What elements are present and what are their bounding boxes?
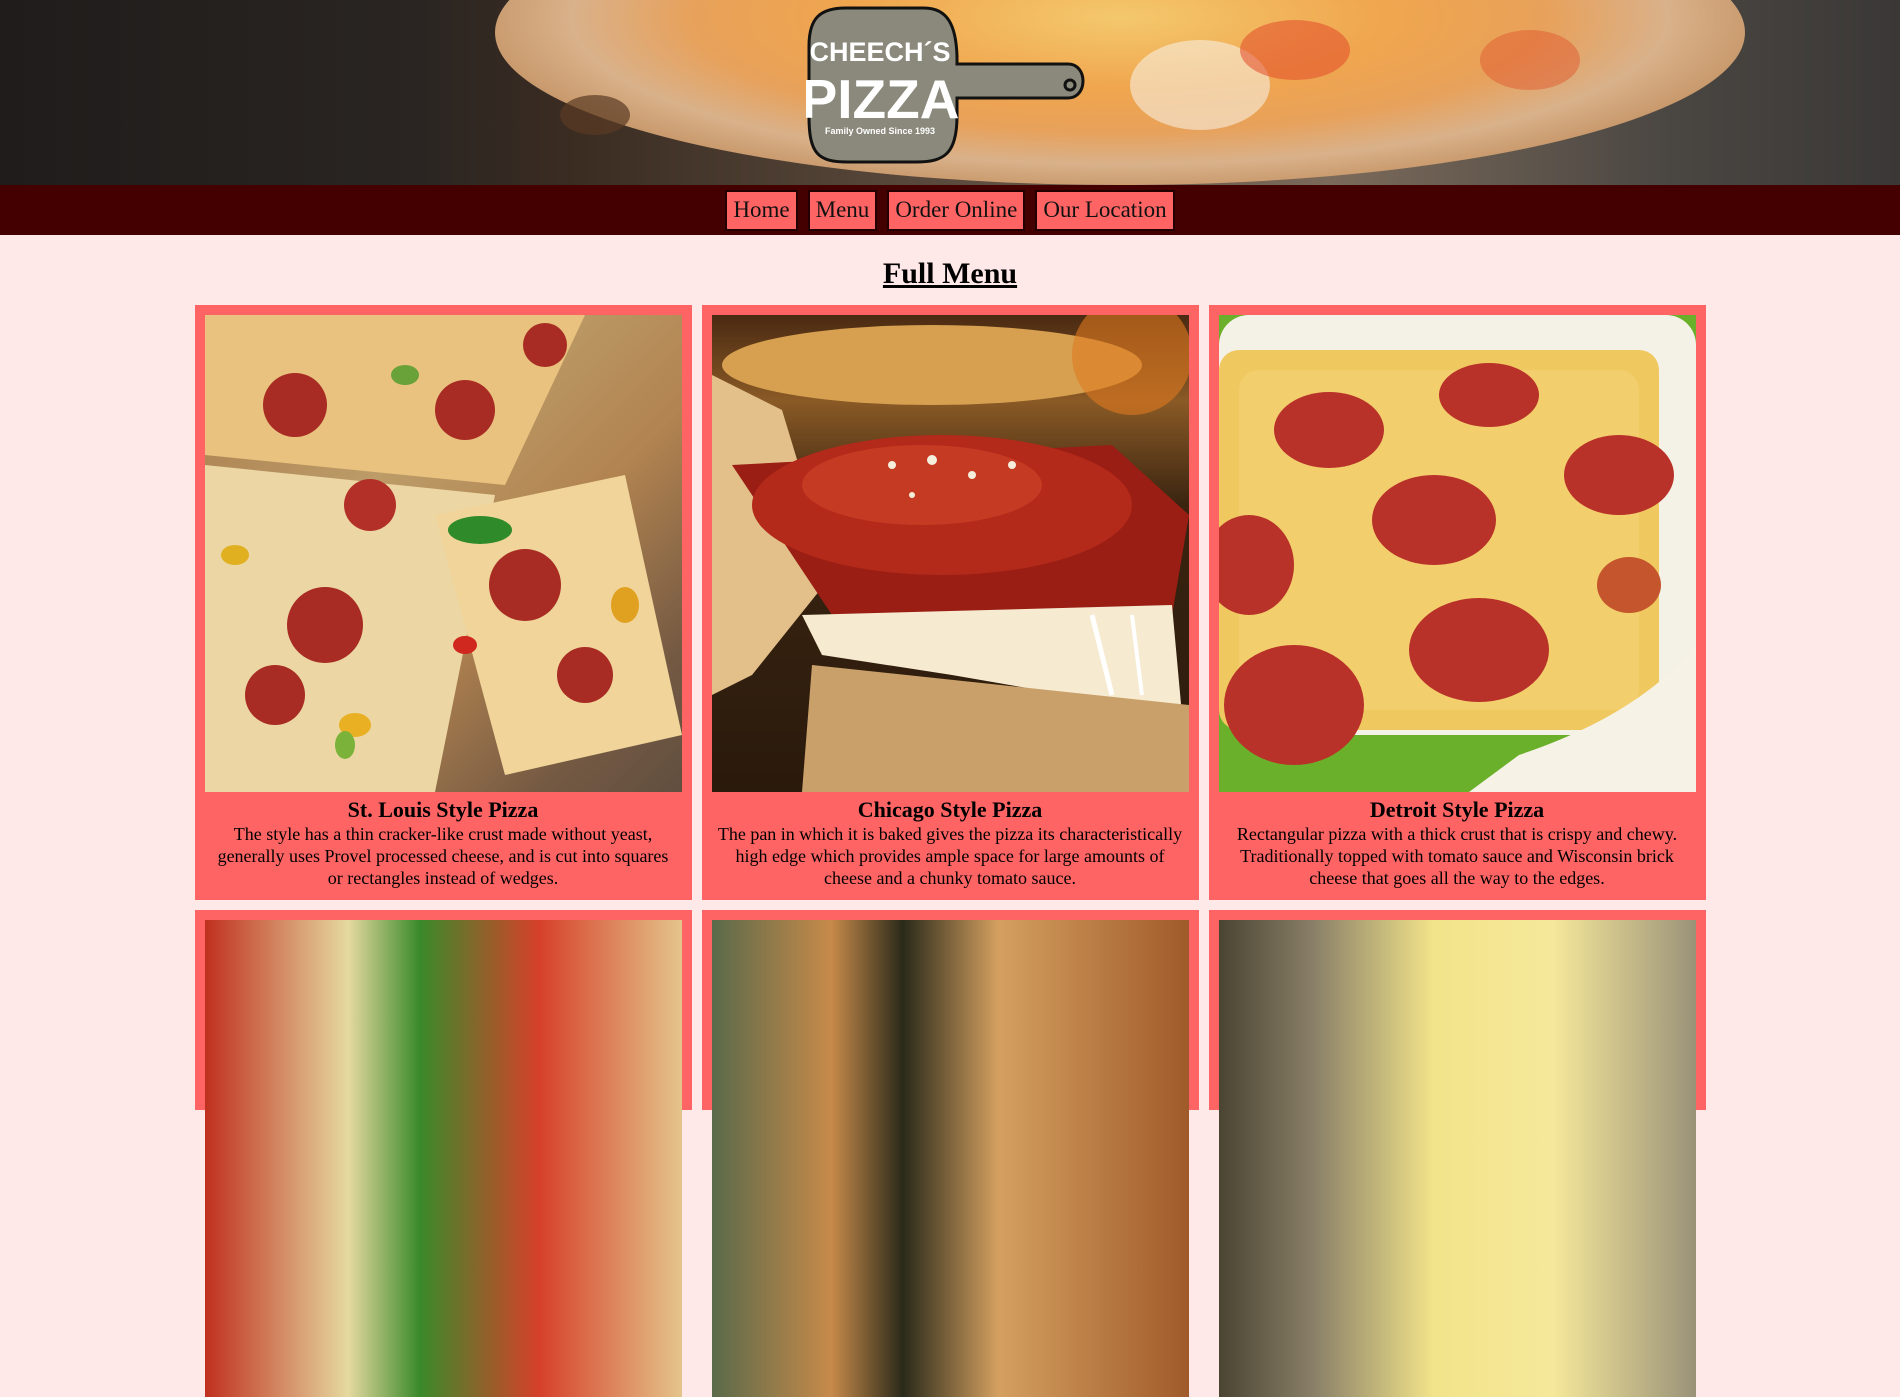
menu-item-description: The style has a thin cracker-like crust … xyxy=(217,824,669,888)
logo-tagline: Family Owned Since 1993 xyxy=(825,126,935,136)
nav-menu-button[interactable]: Menu xyxy=(807,189,878,231)
menu-item-image xyxy=(711,920,1189,1397)
menu-item-description: Rectangular pizza with a thick crust tha… xyxy=(1236,824,1678,888)
nav-home-button[interactable]: Home xyxy=(725,189,798,231)
menu-grid: St. Louis Style Pizza The style has a th… xyxy=(0,305,1900,1397)
menu-card[interactable] xyxy=(701,910,1199,1397)
st-louis-pizza-image xyxy=(204,315,682,792)
menu-item-image xyxy=(1218,920,1696,1397)
logo-text-cheechs: CHEECH´S xyxy=(809,37,950,67)
menu-item-name: Detroit Style Pizza xyxy=(1369,797,1545,822)
hero-pizza-image xyxy=(495,0,1745,185)
nav-order-online-button[interactable]: Order Online xyxy=(887,189,1026,231)
menu-card[interactable]: Chicago Style Pizza The pan in which it … xyxy=(701,305,1199,900)
menu-item-name: Chicago Style Pizza xyxy=(857,797,1043,822)
menu-item-description: The pan in which it is baked gives the p… xyxy=(717,824,1183,888)
detroit-pizza-image xyxy=(1218,315,1696,792)
chicago-pizza-image xyxy=(711,315,1189,792)
nav-our-location-button[interactable]: Our Location xyxy=(1035,189,1175,231)
page-title: Full Menu xyxy=(882,257,1018,290)
logo-text-pizza: PIZZA xyxy=(806,68,959,130)
menu-card[interactable]: St. Louis Style Pizza The style has a th… xyxy=(194,305,692,900)
menu-card[interactable] xyxy=(1208,910,1706,1397)
menu-card[interactable] xyxy=(194,910,692,1397)
main-nav: Home Menu Order Online Our Location xyxy=(0,185,1900,235)
menu-card[interactable]: Detroit Style Pizza Rectangular pizza wi… xyxy=(1208,305,1706,900)
menu-item-image xyxy=(204,920,682,1397)
menu-item-name: St. Louis Style Pizza xyxy=(347,797,539,822)
cheechs-pizza-logo[interactable]: CHEECH´S PIZZA Family Owned Since 1993 xyxy=(806,6,1090,164)
hero-banner: CHEECH´S PIZZA Family Owned Since 1993 xyxy=(0,0,1900,185)
